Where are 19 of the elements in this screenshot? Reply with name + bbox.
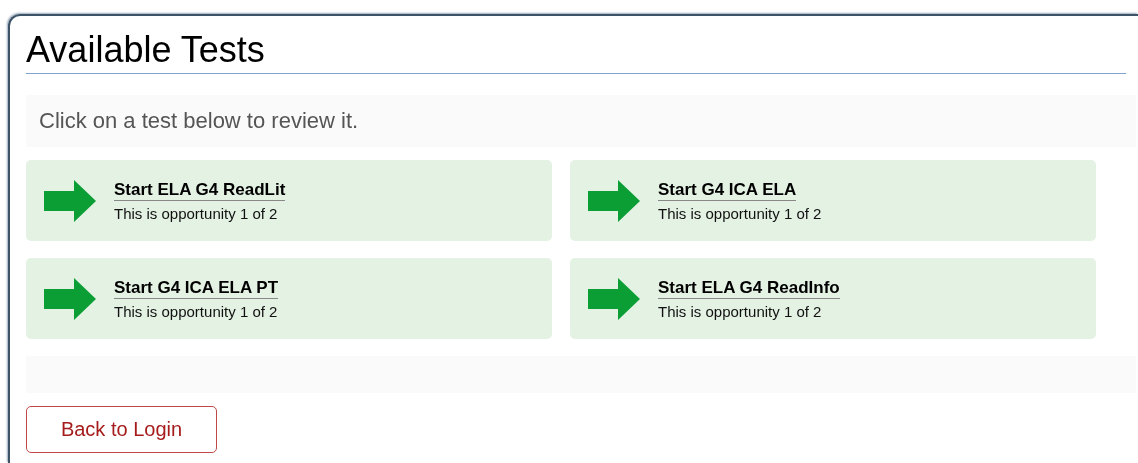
test-card[interactable]: Start ELA G4 ReadInfo This is opportunity 1 of 2	[570, 258, 1096, 339]
arrow-icon	[44, 277, 96, 320]
instruction-text: Click on a test below to review it.	[26, 95, 1136, 147]
test-link[interactable]: Start G4 ICA ELA PT	[114, 277, 279, 299]
arrow-icon	[588, 179, 640, 222]
test-card[interactable]: Start G4 ICA ELA This is opportunity 1 of 2	[570, 160, 1096, 241]
test-link[interactable]: Start G4 ICA ELA	[658, 179, 797, 201]
opportunity-text: This is opportunity 1 of 2	[658, 302, 823, 320]
page-title: Available Tests	[26, 30, 1126, 74]
opportunity-text: This is opportunity 1 of 2	[658, 204, 822, 222]
arrow-icon	[44, 179, 96, 222]
test-card[interactable]: Start G4 ICA ELA PT This is opportunity 1 of 2	[26, 258, 552, 339]
opportunity-text: This is opportunity 1 of 2	[114, 204, 279, 222]
test-card[interactable]: Start ELA G4 ReadLit This is opportunity 1 of 2	[26, 160, 552, 241]
back-to-login-button[interactable]: Back to Login	[26, 406, 217, 453]
test-link[interactable]: Start ELA G4 ReadLit	[114, 179, 286, 201]
opportunity-text: This is opportunity 1 of 2	[114, 302, 279, 320]
test-link[interactable]: Start ELA G4 ReadInfo	[658, 277, 840, 299]
arrow-icon	[588, 277, 640, 320]
